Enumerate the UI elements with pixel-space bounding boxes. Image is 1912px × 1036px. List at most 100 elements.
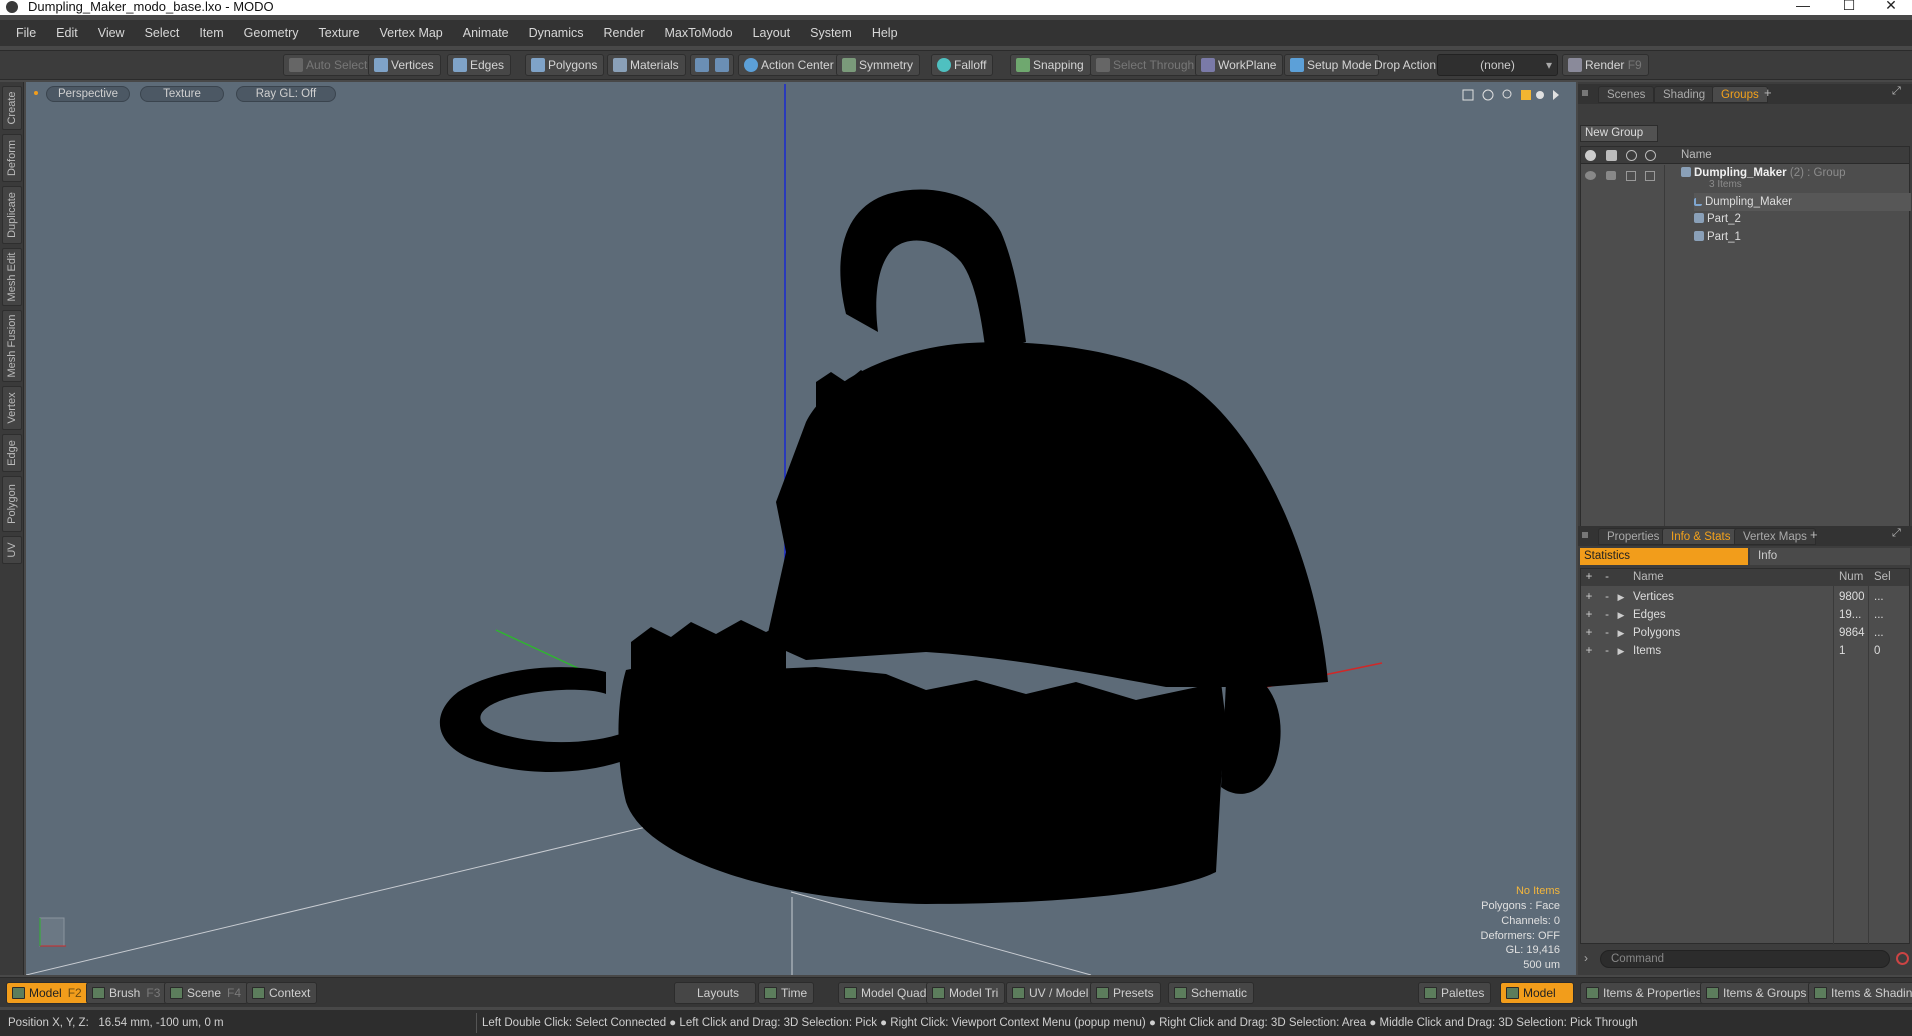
stats-table[interactable]: + - Name Num Sel + - ▶ Vertices 9800... + - ▶ E… [1580, 568, 1910, 945]
menu-geometry[interactable]: Geometry [234, 26, 309, 40]
expand-panel-icon[interactable]: ⤢ [1892, 85, 1901, 98]
menu-system[interactable]: System [800, 26, 862, 40]
edges-button[interactable]: Edges [447, 54, 512, 76]
view-type-button[interactable]: Perspective [46, 86, 130, 102]
menu-select[interactable]: Select [135, 26, 190, 40]
uv-model-button[interactable]: UV / Model [1006, 982, 1096, 1004]
palettes-button[interactable]: Palettes [1418, 982, 1492, 1004]
tab-vertex[interactable]: Vertex [2, 386, 22, 430]
tab-edge[interactable]: Edge [2, 434, 22, 472]
tab-duplicate[interactable]: Duplicate [2, 186, 22, 244]
subtab-info[interactable]: Info [1750, 548, 1910, 565]
tab-scenes[interactable]: Scenes [1598, 86, 1655, 103]
items-groups-button[interactable]: Items & Groups [1700, 982, 1814, 1004]
tree-item-part-2[interactable]: Part_2 [1694, 213, 1741, 225]
command-history-icon[interactable]: › [1584, 951, 1588, 965]
render-toggle-icon[interactable] [1606, 150, 1617, 161]
viewport-scene[interactable] [26, 82, 1576, 975]
setup-mode-button[interactable]: Setup Mode [1284, 54, 1379, 76]
collapse-all-icon[interactable]: - [1599, 569, 1615, 586]
model-layout-button[interactable]: Model [1500, 982, 1574, 1004]
menu-help[interactable]: Help [862, 26, 908, 40]
tab-groups[interactable]: Groups [1712, 86, 1768, 103]
drop-action-select[interactable]: (none) [1437, 54, 1558, 76]
command-input[interactable]: Command [1600, 950, 1890, 968]
group-row[interactable]: Dumpling_Maker (2) : Group [1681, 167, 1846, 179]
model-quad-button[interactable]: Model Quad [838, 982, 934, 1004]
menu-maxtomodo[interactable]: MaxToModo [655, 26, 743, 40]
items-shading-button[interactable]: Items & Shading [1808, 982, 1912, 1004]
tab-info-stats[interactable]: Info & Stats [1662, 528, 1740, 545]
tab-properties[interactable]: Properties [1598, 528, 1669, 545]
stats-row-items[interactable]: + - ▶ Items 1 0 [1581, 642, 1909, 660]
brush-mode-button[interactable]: Brush F3 [86, 982, 168, 1004]
group-lock-checkbox[interactable] [1626, 171, 1636, 181]
group-select-checkbox[interactable] [1645, 171, 1655, 181]
menu-item[interactable]: Item [189, 26, 233, 40]
menu-layout[interactable]: Layout [743, 26, 801, 40]
tab-create[interactable]: Create [2, 86, 22, 130]
scene-mode-button[interactable]: Scene F4 [164, 982, 249, 1004]
tab-uv[interactable]: UV [2, 536, 22, 564]
vertices-button[interactable]: Vertices [368, 54, 441, 76]
menu-file[interactable]: File [6, 26, 46, 40]
time-button[interactable]: Time [758, 982, 815, 1004]
expand-panel-icon-2[interactable]: ⤢ [1892, 527, 1901, 540]
subtab-statistics[interactable]: Statistics [1580, 548, 1748, 565]
menu-view[interactable]: View [88, 26, 135, 40]
materials-button[interactable]: Materials [607, 54, 686, 76]
eye-icon[interactable] [1585, 150, 1596, 161]
group-visibility-icon[interactable] [1585, 171, 1596, 180]
panel-menu-icon[interactable] [1582, 90, 1588, 96]
menu-vertex-map[interactable]: Vertex Map [370, 26, 453, 40]
symmetry-button[interactable]: Symmetry [836, 54, 920, 76]
tab-mesh-fusion[interactable]: Mesh Fusion [2, 310, 22, 382]
close-button[interactable]: ✕ [1868, 0, 1912, 12]
context-button[interactable]: Context [246, 982, 318, 1004]
tree-item-dumpling-maker[interactable]: Dumpling_Maker [1694, 193, 1911, 211]
3d-viewport[interactable]: Perspective Texture Ray GL: Off No Items… [26, 82, 1576, 975]
menu-dynamics[interactable]: Dynamics [519, 26, 594, 40]
stats-row-edges[interactable]: + - ▶ Edges 19...... [1581, 606, 1909, 624]
raygl-button[interactable]: Ray GL: Off [236, 86, 336, 102]
falloff-button[interactable]: Falloff [931, 54, 994, 76]
select-toggle-icon[interactable] [1645, 150, 1656, 161]
workplane-button[interactable]: WorkPlane [1195, 54, 1284, 76]
add-tab-icon[interactable]: + [1764, 85, 1772, 100]
new-group-button[interactable]: New Group [1580, 125, 1658, 142]
tab-deform[interactable]: Deform [2, 134, 22, 182]
tab-shading[interactable]: Shading [1654, 86, 1715, 103]
menu-edit[interactable]: Edit [46, 26, 88, 40]
render-button[interactable]: Render F9 [1562, 54, 1649, 76]
groups-list[interactable]: Name Dumpling_Maker (2) : Group 3 Items … [1580, 146, 1911, 535]
tree-item-part-1[interactable]: Part_1 [1694, 231, 1741, 243]
lock-icon[interactable] [1626, 150, 1637, 161]
menu-texture[interactable]: Texture [309, 26, 370, 40]
select-through-button[interactable]: Select Through [1090, 54, 1202, 76]
tab-polygon[interactable]: Polygon [2, 476, 22, 532]
model-mode-button[interactable]: Model F2 [6, 982, 89, 1004]
selection-sets-button[interactable] [690, 54, 734, 76]
stats-row-vertices[interactable]: + - ▶ Vertices 9800... [1581, 588, 1909, 606]
layouts-button[interactable]: Layouts [674, 982, 756, 1004]
maximize-button[interactable]: ☐ [1826, 0, 1872, 12]
shading-mode-button[interactable]: Texture [140, 86, 224, 102]
stats-row-polygons[interactable]: + - ▶ Polygons 9864... [1581, 624, 1909, 642]
polygons-button[interactable]: Polygons [525, 54, 605, 76]
menu-render[interactable]: Render [594, 26, 655, 40]
tab-mesh-edit[interactable]: Mesh Edit [2, 248, 22, 306]
command-record-icon[interactable] [1896, 952, 1909, 965]
group-render-icon[interactable] [1606, 171, 1616, 180]
tab-vertex-maps[interactable]: Vertex Maps [1734, 528, 1816, 545]
minimize-button[interactable]: — [1780, 0, 1826, 12]
presets-button[interactable]: Presets [1090, 982, 1161, 1004]
add-tab-icon-2[interactable]: + [1810, 527, 1818, 542]
menu-animate[interactable]: Animate [453, 26, 519, 40]
action-center-button[interactable]: Action Center [738, 54, 841, 76]
schematic-button[interactable]: Schematic [1168, 982, 1255, 1004]
panel-menu-icon-2[interactable] [1582, 532, 1588, 538]
auto-select-button[interactable]: Auto Select [283, 54, 375, 76]
items-properties-button[interactable]: Items & Properties [1580, 982, 1709, 1004]
model-tri-button[interactable]: Model Tri [926, 982, 1006, 1004]
expand-all-icon[interactable]: + [1581, 569, 1597, 586]
